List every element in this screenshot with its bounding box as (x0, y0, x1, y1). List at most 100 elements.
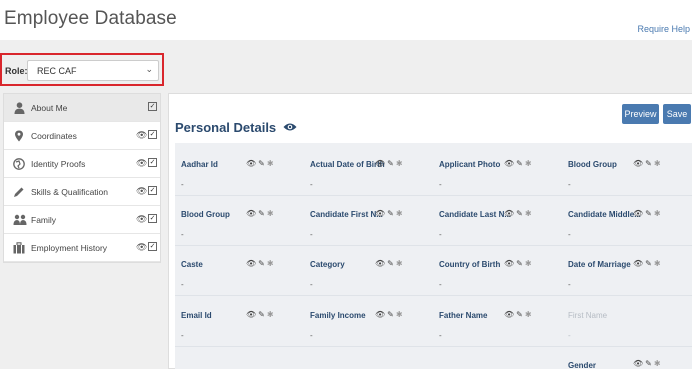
field-value: - (181, 230, 184, 239)
eye-icon[interactable]: 👁 (136, 242, 147, 253)
field-action-icons[interactable]: 👁✎✱ (633, 159, 663, 168)
pencil-icon: ✎ (387, 159, 396, 168)
asterisk-icon: ✱ (653, 159, 663, 168)
sidebar-item-identity-proofs[interactable]: Identity Proofs 👁 ✓ (4, 150, 160, 178)
row-divider (175, 195, 692, 196)
briefcase-icon (13, 242, 25, 254)
sidebar-item-family[interactable]: Family 👁 ✓ (4, 206, 160, 234)
pencil-icon: ✎ (516, 310, 525, 319)
eye-icon: 👁 (504, 159, 517, 168)
pencil-icon: ✎ (516, 159, 525, 168)
field-action-icons[interactable]: 👁✎✱ (504, 310, 534, 319)
checkbox-icon[interactable]: ✓ (148, 242, 157, 251)
field-value: - (181, 280, 184, 289)
chevron-down-icon: ⌄ (145, 64, 153, 74)
checkbox-icon[interactable]: ✓ (148, 102, 157, 111)
field-value: - (439, 280, 442, 289)
eye-icon: 👁 (504, 310, 517, 319)
field-action-icons[interactable]: 👁✎✱ (504, 209, 534, 218)
asterisk-icon: ✱ (395, 159, 405, 168)
field-label: Category (310, 260, 345, 269)
field-label: Aadhar Id (181, 160, 218, 169)
eye-icon: 👁 (375, 209, 388, 218)
field-action-icons[interactable]: 👁✎✱ (375, 310, 405, 319)
eye-icon: 👁 (633, 209, 646, 218)
pencil-icon: ✎ (516, 209, 525, 218)
asterisk-icon: ✱ (524, 310, 534, 319)
field-action-icons[interactable]: 👁✎✱ (633, 259, 663, 268)
role-select[interactable]: REC CAF ⌄ (27, 60, 159, 81)
sidebar-item-coordinates[interactable]: Coordinates 👁 ✓ (4, 122, 160, 150)
eye-icon: 👁 (633, 359, 646, 368)
require-help-link[interactable]: Require Help (637, 24, 690, 34)
fields-grid: Aadhar Id 👁✎✱ Actual Date of Birth 👁✎✱ A… (175, 143, 692, 369)
page-title: Employee Database (4, 8, 177, 29)
eye-icon[interactable]: 👁 (136, 214, 147, 225)
asterisk-icon: ✱ (266, 159, 276, 168)
field-action-icons[interactable]: 👁✎✱ (246, 310, 276, 319)
role-selector-box: Role: REC CAF ⌄ (0, 53, 164, 86)
preview-button[interactable]: Preview (622, 104, 659, 124)
checkbox-icon[interactable]: ✓ (148, 158, 157, 167)
save-button[interactable]: Save (663, 104, 691, 124)
field-label: Candidate First N... (310, 210, 383, 219)
pencil-icon (13, 186, 25, 198)
sidebar-item-label: About Me (31, 103, 68, 113)
asterisk-icon: ✱ (395, 259, 405, 268)
eye-icon: 👁 (375, 159, 388, 168)
field-action-icons[interactable]: 👁✎✱ (246, 209, 276, 218)
pencil-icon: ✎ (258, 259, 267, 268)
field-action-icons[interactable]: 👁✎✱ (633, 359, 663, 368)
field-label: Actual Date of Birth (310, 160, 385, 169)
asterisk-icon: ✱ (653, 209, 663, 218)
field-label: Country of Birth (439, 260, 501, 269)
eye-icon: 👁 (246, 209, 259, 218)
eye-icon[interactable]: 👁 (136, 130, 147, 141)
eye-icon[interactable]: 👁 (136, 158, 147, 169)
asterisk-icon: ✱ (524, 159, 534, 168)
field-label: Gender (568, 361, 597, 369)
field-value: - (568, 180, 571, 189)
eye-icon: 👁 (375, 259, 388, 268)
pencil-icon: ✎ (645, 359, 654, 368)
sidebar-item-about-me[interactable]: About Me ✓ (4, 94, 160, 122)
sidebar-item-label: Coordinates (31, 131, 77, 141)
pencil-icon: ✎ (258, 159, 267, 168)
field-value-disabled: - (568, 331, 571, 340)
field-action-icons[interactable]: 👁✎✱ (246, 159, 276, 168)
checkbox-icon[interactable]: ✓ (148, 214, 157, 223)
eye-icon: 👁 (246, 310, 259, 319)
field-action-icons[interactable]: 👁✎✱ (504, 259, 534, 268)
asterisk-icon: ✱ (653, 259, 663, 268)
panel-title-text: Personal Details (175, 120, 277, 135)
eye-icon: 👁 (504, 209, 517, 218)
field-label-disabled: First Name (568, 311, 608, 320)
asterisk-icon: ✱ (266, 209, 276, 218)
field-action-icons[interactable]: 👁✎✱ (633, 209, 663, 218)
row-divider (175, 245, 692, 246)
field-value: - (439, 230, 442, 239)
sidebar-item-employment-history[interactable]: Employment History 👁 ✓ (4, 234, 160, 262)
field-action-icons[interactable]: 👁✎✱ (504, 159, 534, 168)
asterisk-icon: ✱ (395, 310, 405, 319)
checkbox-icon[interactable]: ✓ (148, 130, 157, 139)
field-action-icons[interactable]: 👁✎✱ (375, 259, 405, 268)
field-action-icons[interactable]: 👁✎✱ (375, 159, 405, 168)
eye-icon: 👁 (633, 159, 646, 168)
field-label: Caste (181, 260, 203, 269)
field-value: - (568, 280, 571, 289)
sidebar-item-skills-qualification[interactable]: Skills & Qualification 👁 ✓ (4, 178, 160, 206)
field-value: - (310, 331, 313, 340)
eye-icon[interactable]: 👁 (136, 186, 147, 197)
eye-icon: 👁 (375, 310, 388, 319)
field-action-icons[interactable]: 👁✎✱ (246, 259, 276, 268)
eye-icon[interactable] (283, 120, 297, 135)
field-label: Candidate Middle... (568, 210, 641, 219)
field-value: - (181, 331, 184, 340)
field-label: Family Income (310, 311, 366, 320)
pencil-icon: ✎ (645, 259, 654, 268)
asterisk-icon: ✱ (524, 259, 534, 268)
field-action-icons[interactable]: 👁✎✱ (375, 209, 405, 218)
field-label: Email Id (181, 311, 212, 320)
checkbox-icon[interactable]: ✓ (148, 186, 157, 195)
